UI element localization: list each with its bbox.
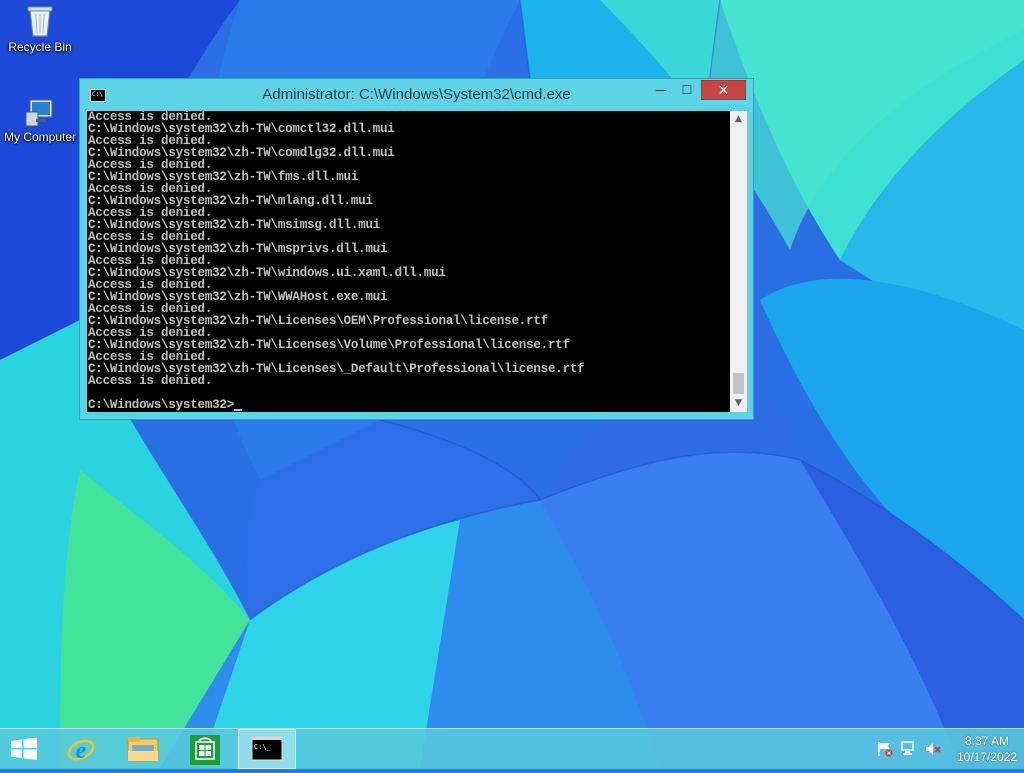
console-prompt: C:\Windows\system32>: [88, 398, 235, 412]
scroll-down-arrow-icon[interactable]: ▼: [730, 395, 747, 412]
clock[interactable]: 8:37 AM 10/17/2022: [956, 733, 1018, 765]
start-button[interactable]: [0, 729, 48, 769]
computer-icon: [25, 99, 53, 127]
clock-time: 8:37 AM: [964, 734, 1010, 748]
desktop-icon-label: My Computer: [3, 130, 77, 144]
recycle-bin-icon: [27, 6, 53, 37]
console-area[interactable]: Access is denied. C:\Windows\system32\zh…: [87, 111, 747, 412]
store-icon: [190, 735, 220, 765]
desktop-icon-recycle-bin[interactable]: Recycle Bin: [0, 4, 80, 54]
windows-logo-icon: [11, 737, 37, 760]
system-tray: 8:37 AM 10/17/2022: [864, 729, 1024, 769]
taskbar-command-prompt[interactable]: C:\_: [238, 729, 296, 769]
vertical-scrollbar[interactable]: ▲ ▼: [730, 111, 747, 412]
maximize-button[interactable]: ☐: [674, 80, 700, 100]
close-button[interactable]: ✕: [701, 80, 746, 100]
taskbar-file-explorer[interactable]: [114, 729, 172, 769]
window-titlebar[interactable]: C:\ Administrator: C:\Windows\System32\c…: [80, 79, 753, 111]
network-icon[interactable]: [900, 741, 918, 757]
svg-text:C:\_: C:\_: [254, 743, 272, 751]
volume-muted-icon[interactable]: [924, 741, 942, 757]
internet-explorer-icon: e: [67, 738, 95, 764]
desktop-icon-my-computer[interactable]: My Computer: [0, 98, 80, 144]
scroll-up-arrow-icon[interactable]: ▲: [730, 111, 747, 128]
cmd-icon: C:\_: [251, 736, 283, 761]
text-cursor: [234, 399, 243, 411]
console-line: Access is denied.: [88, 374, 213, 388]
clock-date: 10/17/2022: [956, 750, 1018, 764]
scrollbar-thumb[interactable]: [733, 373, 744, 394]
svg-text:e: e: [76, 738, 87, 764]
action-center-flag-icon[interactable]: [876, 741, 894, 757]
taskbar-store[interactable]: [176, 729, 234, 769]
console-output: Access is denied. C:\Windows\system32\zh…: [88, 111, 728, 411]
taskbar: e C:\_ 8:37 AM 10/17/2022: [0, 728, 1024, 769]
taskbar-internet-explorer[interactable]: e: [52, 729, 110, 769]
minimize-button[interactable]: —: [648, 80, 674, 100]
cmd-window[interactable]: C:\ Administrator: C:\Windows\System32\c…: [79, 78, 754, 420]
folder-icon: [127, 737, 159, 762]
desktop-icon-label: Recycle Bin: [8, 40, 72, 54]
